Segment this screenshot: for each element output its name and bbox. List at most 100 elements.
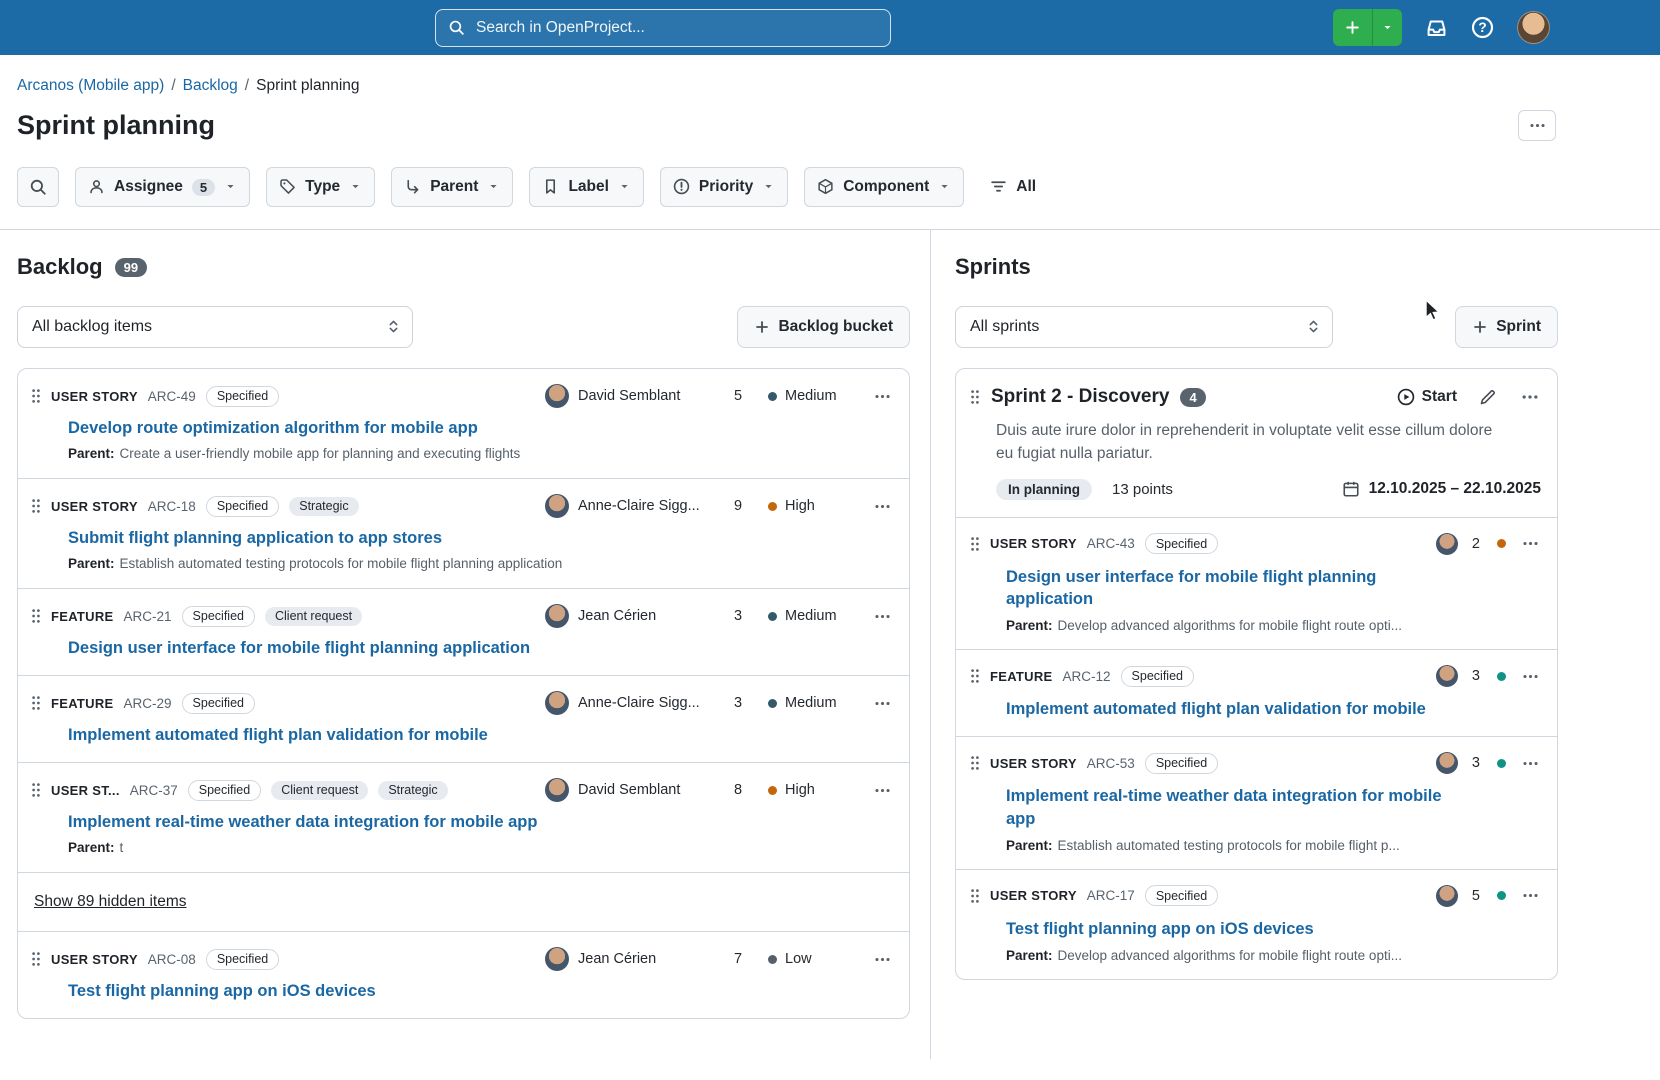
parent-text: t [120, 840, 124, 855]
global-search-input[interactable] [435, 9, 891, 47]
row-overflow-button[interactable] [872, 780, 893, 801]
row-overflow-button[interactable] [872, 693, 893, 714]
work-item-title-link[interactable]: Develop route optimization algorithm for… [68, 419, 478, 437]
sprints-filter-select[interactable]: All sprints [955, 306, 1333, 348]
parent-text: Create a user-friendly mobile app for pl… [120, 446, 521, 461]
caret-down-icon [618, 178, 631, 196]
row-overflow-button[interactable] [1520, 753, 1541, 774]
work-item-row: USER ST... ARC-37 Specified Client reque… [18, 762, 909, 872]
row-overflow-button[interactable] [1520, 666, 1541, 687]
avatar [545, 604, 569, 628]
inbox-icon[interactable] [1425, 16, 1448, 39]
filter-assignee[interactable]: Assignee 5 [75, 167, 250, 207]
top-navbar [0, 0, 1660, 55]
page-overflow-button[interactable] [1518, 110, 1556, 141]
drag-handle-icon[interactable] [31, 608, 41, 624]
breadcrumb-project-link[interactable]: Arcanos (Mobile app) [17, 77, 164, 94]
story-points: 5 [1472, 888, 1480, 904]
sprints-column: Sprints All sprints Sprint Sprint 2 - Di… [931, 230, 1660, 1059]
avatar [1436, 885, 1458, 907]
priority-dot [768, 502, 777, 511]
filter-component[interactable]: Component [804, 167, 964, 207]
add-sprint-button[interactable]: Sprint [1455, 306, 1558, 348]
sprint-work-item-row: USER STORY ARC-43 Specified 2 Design use… [956, 517, 1557, 650]
drag-handle-icon[interactable] [31, 695, 41, 711]
help-icon[interactable] [1471, 16, 1494, 39]
work-item-title-link[interactable]: Test flight planning app on iOS devices [1006, 920, 1314, 938]
assignee-name: David Semblant [578, 782, 730, 798]
sprint-date-range: 12.10.2025 – 22.10.2025 [1369, 480, 1541, 498]
row-overflow-button[interactable] [872, 386, 893, 407]
row-overflow-button[interactable] [872, 606, 893, 627]
filter-parent[interactable]: Parent [391, 167, 513, 207]
label-badge: Client request [271, 781, 368, 800]
priority-label: Medium [785, 695, 837, 711]
drag-handle-icon[interactable] [31, 498, 41, 514]
alert-circle-icon [673, 178, 690, 196]
work-item-title-link[interactable]: Design user interface for mobile flight … [1006, 568, 1376, 608]
row-overflow-button[interactable] [872, 496, 893, 517]
search-icon [448, 19, 465, 37]
caret-down-icon[interactable] [1372, 9, 1402, 46]
backlog-list: USER STORY ARC-49 Specified David Sembla… [17, 368, 910, 1019]
story-points: 3 [1472, 668, 1480, 684]
story-points: 2 [1472, 536, 1480, 552]
filter-search-button[interactable] [17, 167, 59, 207]
sprint-work-item-row: USER STORY ARC-53 Specified 3 Implement … [956, 736, 1557, 869]
sprints-heading: Sprints [955, 254, 1031, 280]
work-item-title-link[interactable]: Implement automated flight plan validati… [68, 726, 488, 744]
drag-handle-icon[interactable] [970, 389, 980, 405]
start-sprint-button[interactable]: Start [1397, 388, 1457, 406]
filter-priority[interactable]: Priority [660, 167, 788, 207]
breadcrumb-current: Sprint planning [256, 77, 359, 94]
sprint-overflow-button[interactable] [1519, 386, 1541, 408]
work-item-title-link[interactable]: Implement real-time weather data integra… [68, 813, 537, 831]
work-item-title-link[interactable]: Implement automated flight plan validati… [1006, 700, 1426, 718]
priority-dot [1497, 539, 1506, 548]
filter-type[interactable]: Type [266, 167, 375, 207]
work-item-row: USER STORY ARC-18 Specified Strategic An… [18, 478, 909, 588]
drag-handle-icon[interactable] [31, 388, 41, 404]
work-item-title-link[interactable]: Design user interface for mobile flight … [68, 639, 530, 657]
add-backlog-bucket-button[interactable]: Backlog bucket [737, 306, 910, 348]
backlog-filter-select[interactable]: All backlog items [17, 306, 413, 348]
avatar [1436, 665, 1458, 687]
sprint-points: 13 points [1112, 481, 1173, 498]
drag-handle-icon[interactable] [970, 888, 980, 904]
edit-sprint-button[interactable] [1479, 388, 1497, 406]
priority-dot [768, 612, 777, 621]
drag-handle-icon[interactable] [970, 536, 980, 552]
work-item-title-link[interactable]: Implement real-time weather data integra… [1006, 787, 1442, 827]
story-points: 3 [734, 695, 756, 711]
filter-bar: Assignee 5 Type Parent Label Priority Co… [17, 167, 1660, 207]
priority-label: Medium [785, 388, 837, 404]
select-stepper-icon [1307, 318, 1320, 336]
drag-handle-icon[interactable] [970, 755, 980, 771]
row-overflow-button[interactable] [872, 949, 893, 970]
drag-handle-icon[interactable] [31, 951, 41, 967]
filter-all[interactable]: All [990, 178, 1036, 196]
work-item-title-link[interactable]: Submit flight planning application to ap… [68, 529, 442, 547]
user-avatar[interactable] [1517, 11, 1550, 44]
show-hidden-items-link[interactable]: Show 89 hidden items [34, 893, 187, 910]
avatar [545, 384, 569, 408]
parent-text: Establish automated testing protocols fo… [120, 556, 563, 571]
drag-handle-icon[interactable] [31, 782, 41, 798]
priority-dot [768, 955, 777, 964]
filter-label[interactable]: Label [529, 167, 643, 207]
story-points: 3 [1472, 755, 1480, 771]
breadcrumb-section-link[interactable]: Backlog [183, 77, 238, 94]
play-icon [1397, 388, 1415, 406]
work-item-title-link[interactable]: Test flight planning app on iOS devices [68, 982, 376, 1000]
drag-handle-icon[interactable] [970, 668, 980, 684]
filter-count-badge: 5 [192, 179, 215, 196]
backlog-column: Backlog 99 All backlog items Backlog buc… [0, 230, 931, 1059]
row-overflow-button[interactable] [1520, 885, 1541, 906]
row-overflow-button[interactable] [1520, 533, 1541, 554]
person-icon [88, 178, 105, 196]
global-create-button[interactable] [1333, 9, 1402, 46]
status-badge: Specified [206, 949, 279, 970]
status-badge: Specified [182, 693, 255, 714]
work-item-row: FEATURE ARC-29 Specified Anne-Claire Sig… [18, 675, 909, 762]
label-badge: Strategic [378, 781, 447, 800]
